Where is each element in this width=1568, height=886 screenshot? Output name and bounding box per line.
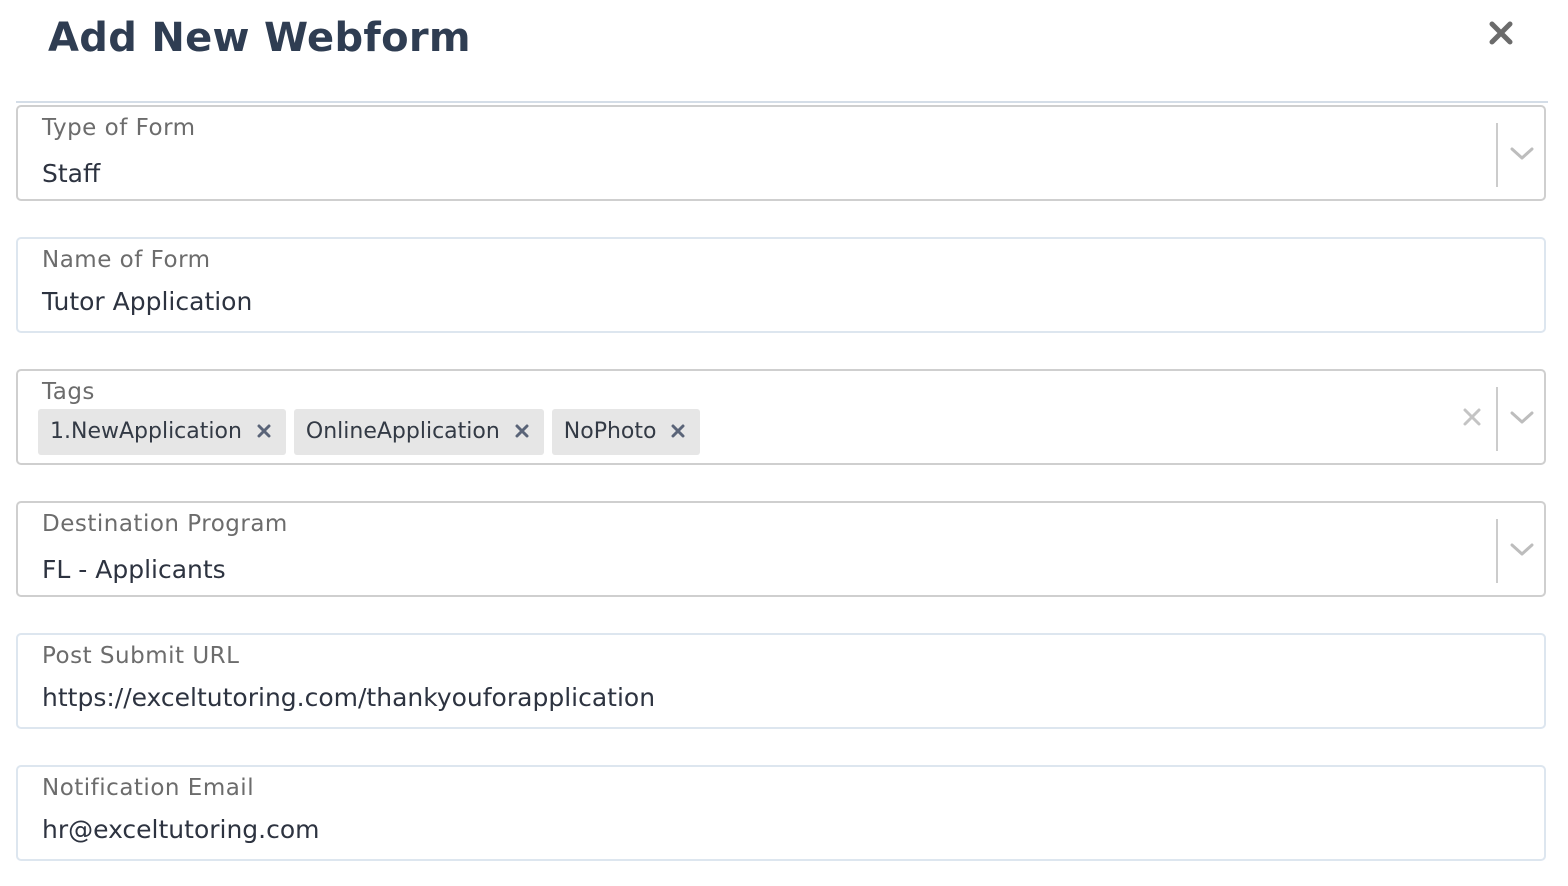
tag-chip: 1.NewApplication	[38, 409, 286, 455]
select-separator	[1496, 519, 1498, 583]
clear-icon	[1462, 407, 1482, 431]
close-button[interactable]	[1484, 18, 1518, 52]
type-of-form-dropdown-toggle[interactable]	[1508, 141, 1536, 169]
tag-remove-button[interactable]	[500, 409, 544, 455]
add-webform-modal: Add New Webform Type of Form Staff Name …	[0, 0, 1568, 886]
tags-dropdown-toggle[interactable]	[1508, 405, 1536, 433]
header-divider	[16, 101, 1548, 103]
name-of-form-label: Name of Form	[42, 247, 211, 273]
tag-chip: NoPhoto	[551, 409, 701, 455]
select-separator	[1496, 123, 1498, 187]
notification-email-input[interactable]: hr@exceltutoring.com	[42, 813, 320, 847]
select-separator	[1496, 387, 1498, 451]
tag-chip: OnlineApplication	[293, 409, 544, 455]
modal-title: Add New Webform	[48, 15, 471, 61]
destination-program-select[interactable]: Destination Program FL - Applicants	[16, 501, 1546, 597]
type-of-form-value: Staff	[42, 159, 101, 188]
name-of-form-field[interactable]: Name of Form Tutor Application	[16, 237, 1546, 333]
close-icon	[1488, 20, 1514, 50]
destination-program-label: Destination Program	[42, 511, 288, 537]
tag-label: 1.NewApplication	[50, 419, 242, 444]
chevron-down-icon	[1510, 410, 1534, 429]
post-submit-url-field[interactable]: Post Submit URL https://exceltutoring.co…	[16, 633, 1546, 729]
destination-program-value: FL - Applicants	[42, 555, 226, 584]
tags-list: 1.NewApplication OnlineApplication NoPho…	[38, 409, 701, 455]
notification-email-field[interactable]: Notification Email hr@exceltutoring.com	[16, 765, 1546, 861]
tag-remove-button[interactable]	[242, 409, 286, 455]
remove-tag-icon	[257, 423, 271, 442]
tag-label: NoPhoto	[563, 419, 657, 444]
chevron-down-icon	[1510, 146, 1534, 165]
post-submit-url-input[interactable]: https://exceltutoring.com/thankyouforapp…	[42, 681, 655, 715]
remove-tag-icon	[671, 423, 685, 442]
destination-program-dropdown-toggle[interactable]	[1508, 537, 1536, 565]
tags-multiselect[interactable]: Tags 1.NewApplication OnlineApplication	[16, 369, 1546, 465]
modal-header: Add New Webform	[0, 0, 1568, 100]
post-submit-url-label: Post Submit URL	[42, 643, 240, 669]
remove-tag-icon	[515, 423, 529, 442]
notification-email-label: Notification Email	[42, 775, 255, 801]
type-of-form-label: Type of Form	[42, 115, 196, 141]
type-of-form-select[interactable]: Type of Form Staff	[16, 105, 1546, 201]
chevron-down-icon	[1510, 542, 1534, 561]
clear-tags-button[interactable]	[1458, 405, 1486, 433]
tag-remove-button[interactable]	[656, 409, 700, 455]
tags-label: Tags	[42, 379, 95, 405]
tag-label: OnlineApplication	[305, 419, 500, 444]
name-of-form-input[interactable]: Tutor Application	[42, 285, 252, 319]
